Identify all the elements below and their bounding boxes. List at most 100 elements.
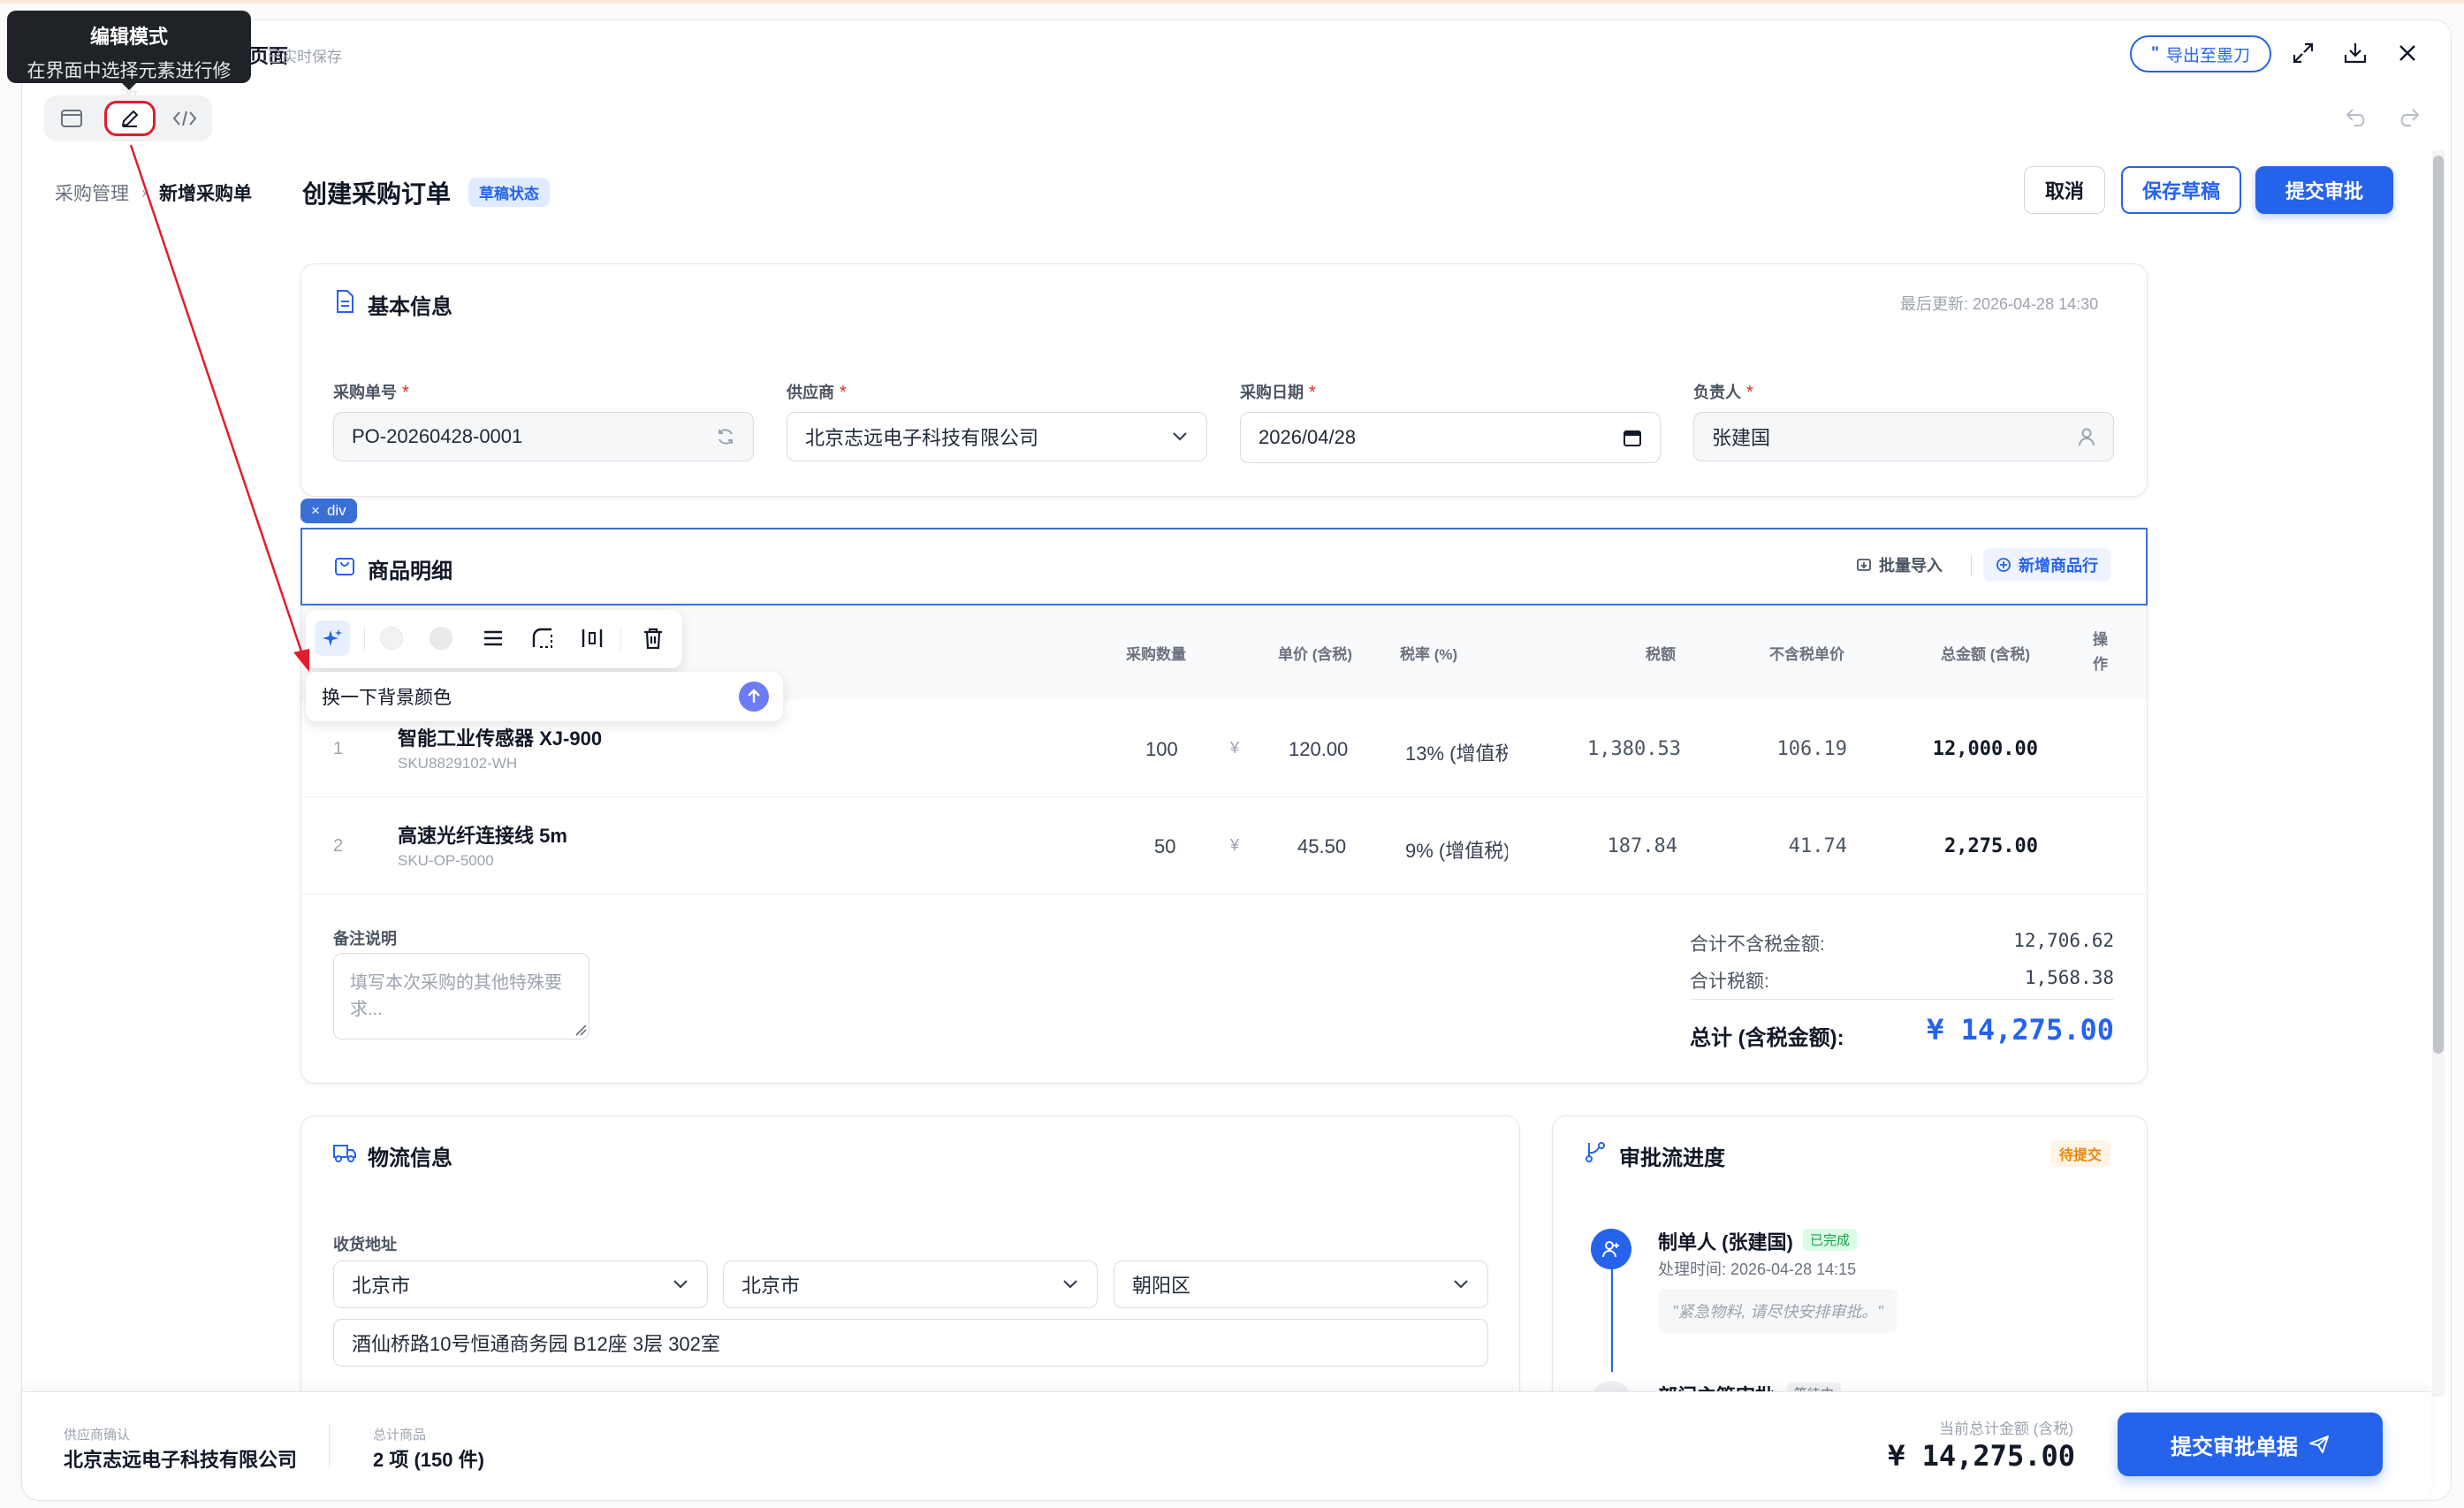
footer-submit-label: 提交审批单据	[2171, 1435, 2298, 1459]
selection-close-icon[interactable]: ×	[311, 502, 320, 520]
totals-divider	[1690, 999, 2114, 1000]
col-tax-rate: 税率 (%)	[1400, 646, 1458, 663]
code-mode-icon[interactable]	[171, 108, 198, 129]
net-price-value: 106.19	[1776, 738, 1847, 760]
row-index: 1	[333, 739, 344, 758]
product-name[interactable]: 智能工业传感器 XJ-900	[398, 723, 602, 751]
logistics-title: 物流信息	[368, 1146, 452, 1170]
province-select[interactable]: 北京市	[333, 1260, 708, 1308]
footer-submit-button[interactable]: 提交审批单据	[2118, 1413, 2383, 1476]
price-value[interactable]: 120.00	[1289, 738, 1348, 761]
qty-value[interactable]: 100	[1145, 738, 1178, 761]
text-color-icon[interactable]	[380, 627, 403, 650]
city-select[interactable]: 北京市	[723, 1260, 1098, 1308]
price-value[interactable]: 45.50	[1297, 835, 1346, 858]
tax-rate-value[interactable]: 9% (增值税)	[1405, 835, 1508, 864]
step1-badge: 已完成	[1803, 1229, 1858, 1251]
delete-icon[interactable]	[642, 626, 665, 651]
step1-comment: "紧急物料, 请尽快安排审批。"	[1658, 1289, 1897, 1333]
po-number-label: 采购单号 *	[333, 383, 409, 402]
preview-mode-icon[interactable]	[60, 108, 83, 129]
basic-info-card	[300, 263, 2148, 497]
currency-symbol: ¥	[1230, 739, 1240, 757]
autosave-status: 已实时保存	[267, 49, 342, 65]
cancel-button[interactable]: 取消	[2024, 166, 2105, 214]
city-value: 北京市	[741, 1275, 801, 1297]
export-logo-icon: "	[2150, 44, 2159, 63]
product-sku: SKU-OP-5000	[398, 852, 494, 869]
import-icon	[1857, 559, 1871, 571]
district-select[interactable]: 朝阳区	[1114, 1260, 1488, 1308]
col-net: 不含税单价	[1769, 646, 1844, 663]
product-name[interactable]: 高速光纤连接线 5m	[398, 820, 567, 849]
git-branch-icon	[1584, 1140, 1607, 1163]
align-icon[interactable]	[481, 626, 506, 651]
product-sku: SKU8829102-WH	[398, 755, 518, 772]
ai-prompt-input[interactable]: 换一下背景颜色	[306, 672, 783, 721]
chevron-down-icon	[1173, 432, 1187, 441]
toolbar-separator	[364, 628, 365, 651]
bag-icon	[334, 553, 355, 576]
address-label: 收货地址	[333, 1236, 397, 1253]
toolbar-divider	[1971, 555, 1972, 576]
date-label: 采购日期 *	[1240, 383, 1316, 402]
tooltip-title: 编辑模式	[89, 26, 168, 48]
refresh-icon[interactable]	[716, 427, 735, 446]
sum-tax-label: 合计税额:	[1690, 971, 1769, 992]
footer-amount-value: ¥ 14,275.00	[1888, 1439, 2075, 1473]
col-qty: 采购数量	[1126, 646, 1186, 663]
batch-import-label: 批量导入	[1879, 557, 1943, 575]
footer-items-label: 总计商品	[373, 1428, 427, 1443]
po-number-value: PO-20260428-0001	[352, 425, 523, 447]
edit-mode-tooltip: 编辑模式 在界面中选择元素进行修改	[7, 11, 251, 108]
last-updated: 最后更新: 2026-04-28 14:30	[1900, 295, 2099, 313]
close-icon[interactable]	[2397, 42, 2418, 64]
redo-icon[interactable]	[2395, 106, 2422, 127]
breadcrumb-root[interactable]: 采购管理	[55, 179, 129, 206]
qty-value[interactable]: 50	[1154, 835, 1175, 858]
truck-icon	[332, 1142, 357, 1163]
edit-mode-button[interactable]	[104, 101, 156, 136]
batch-import-button[interactable]: 批量导入	[1856, 553, 1943, 576]
po-number-field[interactable]: PO-20260428-0001	[333, 412, 754, 461]
scrollbar-thumb[interactable]	[2433, 156, 2444, 1054]
undo-icon[interactable]	[2344, 106, 2370, 127]
tax-rate-value[interactable]: 13% (增值税	[1405, 738, 1508, 766]
address-detail-input[interactable]: 酒仙桥路10号恒通商务园 B12座 3层 302室	[333, 1319, 1488, 1367]
save-draft-button[interactable]: 保存草稿	[2121, 166, 2241, 214]
submit-approval-button[interactable]: 提交审批	[2255, 166, 2393, 214]
supplier-select[interactable]: 北京志远电子科技有限公司	[787, 412, 1207, 461]
row-index: 2	[333, 836, 344, 856]
step1-name: 制单人 (张建国)	[1658, 1231, 1793, 1253]
expand-icon[interactable]	[2291, 41, 2316, 65]
remark-textarea[interactable]: 填写本次采购的其他特殊要求...	[333, 953, 589, 1040]
send-arrow-icon[interactable]	[739, 682, 769, 712]
ai-sparkle-icon[interactable]	[315, 621, 350, 656]
footer-supplier-value: 北京志远电子科技有限公司	[64, 1449, 298, 1471]
user-icon	[2079, 428, 2095, 446]
footer-items-value: 2 项 (150 件)	[373, 1449, 484, 1471]
resize-handle-icon[interactable]	[574, 1024, 587, 1036]
basic-info-title: 基本信息	[368, 295, 452, 319]
district-value: 朝阳区	[1132, 1275, 1191, 1297]
export-button[interactable]: " 导出至墨刀	[2130, 35, 2271, 72]
date-value: 2026/04/28	[1259, 426, 1357, 448]
approval-title: 审批流进度	[1619, 1146, 1725, 1170]
breadcrumb: 采购管理 › 新增采购单	[55, 179, 252, 206]
sum-net-label: 合计不含税金额:	[1690, 934, 1825, 955]
background-color-icon[interactable]	[430, 627, 452, 650]
date-field[interactable]: 2026/04/28	[1240, 412, 1661, 463]
add-row-label: 新增商品行	[2019, 557, 2098, 575]
total-value: 12,000.00	[1932, 738, 2038, 760]
border-radius-icon[interactable]	[530, 626, 555, 651]
total-value: 2,275.00	[1944, 835, 2038, 857]
calendar-icon[interactable]	[1623, 428, 1642, 447]
download-icon[interactable]	[2342, 41, 2369, 65]
owner-field[interactable]: 张建国	[1693, 412, 2114, 461]
send-icon	[2309, 1436, 2329, 1453]
selection-tag[interactable]: × div	[300, 499, 357, 523]
add-row-button[interactable]: 新增商品行	[1983, 548, 2110, 582]
spacing-icon[interactable]	[580, 626, 605, 651]
page-title: 创建采购订单	[302, 180, 452, 208]
supplier-label: 供应商 *	[787, 383, 847, 402]
